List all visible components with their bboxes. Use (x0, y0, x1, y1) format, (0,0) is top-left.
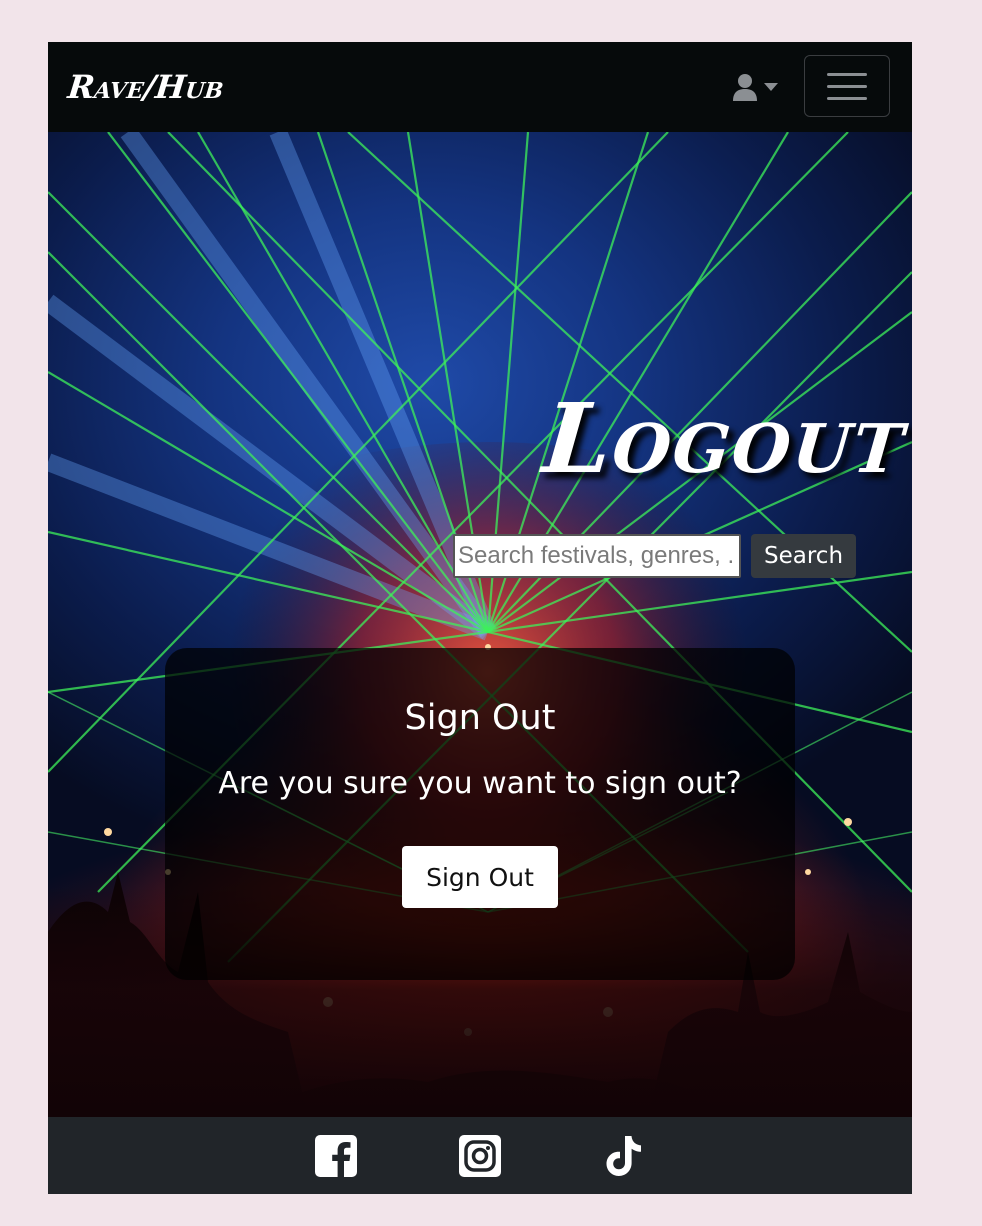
hamburger-menu-button[interactable] (804, 55, 890, 117)
user-icon (733, 74, 757, 101)
search-input[interactable] (453, 534, 741, 578)
navbar: Rave/Hub (48, 42, 912, 132)
user-menu-toggle[interactable] (732, 72, 786, 102)
signout-card: Sign Out Are you sure you want to sign o… (165, 648, 795, 980)
tiktok-icon (606, 1135, 641, 1176)
signout-title: Sign Out (404, 698, 556, 738)
search-form: Search (453, 534, 857, 578)
hero-section: Logout Search Sign Out Are you sure you … (48, 132, 912, 1117)
caret-down-icon (764, 83, 778, 91)
instagram-icon (459, 1134, 501, 1177)
search-button[interactable]: Search (751, 534, 857, 578)
footer (48, 1117, 912, 1194)
sign-out-button[interactable]: Sign Out (402, 846, 558, 908)
hamburger-icon (827, 72, 867, 76)
facebook-link[interactable] (315, 1134, 357, 1177)
page-title: Logout (539, 382, 911, 495)
signout-message: Are you sure you want to sign out? (218, 766, 742, 801)
tiktok-link[interactable] (603, 1135, 645, 1177)
brand-logo[interactable]: Rave/Hub (66, 68, 226, 106)
instagram-link[interactable] (459, 1134, 501, 1177)
facebook-icon (315, 1134, 357, 1177)
app-frame: Rave/Hub Logout Search festivals, genres… (48, 42, 912, 1194)
